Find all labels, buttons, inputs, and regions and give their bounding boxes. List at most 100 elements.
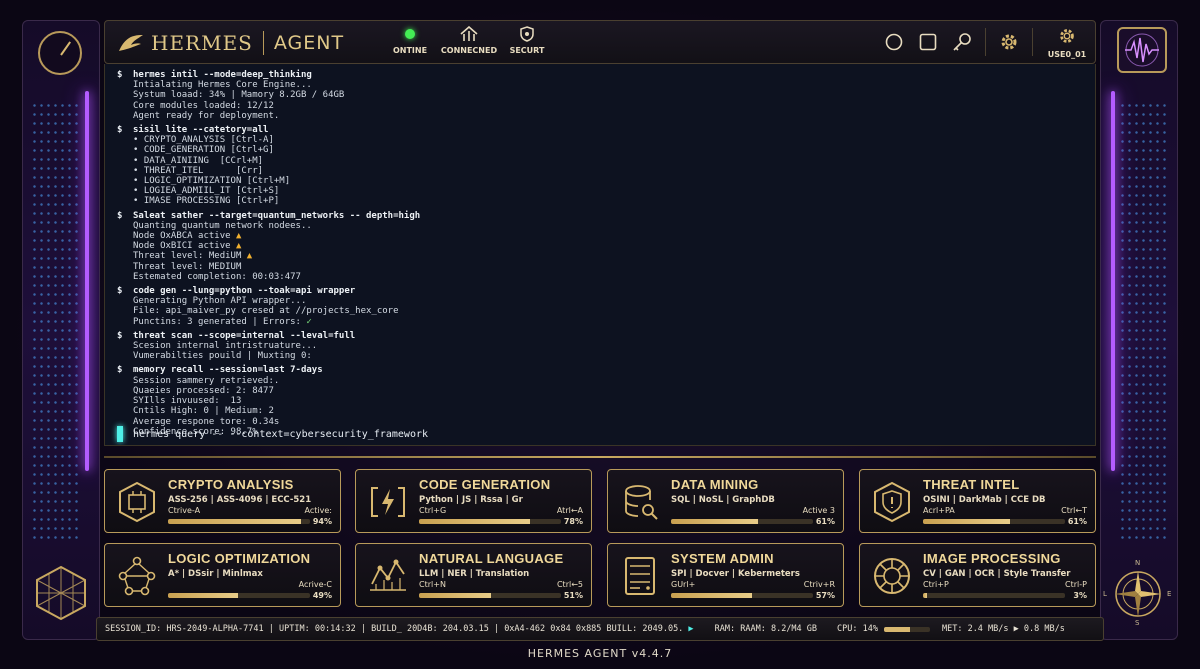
top-bar: HERMES AGENT ONTINE CONNECNED SECURT USE… <box>104 20 1096 64</box>
card-shortcut: Acrl+PA <box>923 506 955 515</box>
card-subtitle: CV | GAN | OCR | Style Transfer <box>923 569 1071 579</box>
cpu-meter <box>883 626 930 632</box>
footer-build: BUILD_ 20D4B: 204.03.15 <box>371 624 489 634</box>
terminal-block: $ threat scan --scope=internal --leval=fu… <box>117 331 1077 362</box>
app-frame: N S L E HERMES AGENT ONTINE CONNECNED SE… <box>0 0 1200 669</box>
module-card-logic-optimization[interactable]: LOGIC OPTIMIZATION A* | DSsir | Minlmax Ac… <box>104 543 341 607</box>
waveform-icon <box>1117 27 1167 73</box>
card-progress-bar <box>923 519 1065 524</box>
card-subtitle: Python | JS | Rssa | Gr <box>419 495 523 505</box>
status-secure: SECURT <box>492 25 562 55</box>
terminal-output-line: Cntils High: 0 | Medium: 2 <box>133 406 274 417</box>
online-dot-icon <box>405 29 415 39</box>
terminal-output-line: Systum loaad: 34% | Mamory 8.2GB / 64GB <box>133 90 345 101</box>
terminal-output-line: • CRYPTO_ANALYSIS [Ctrl-A] <box>133 135 274 146</box>
terminal-query-text[interactable]: hermes query -- --context=cybersecurity_… <box>133 429 428 440</box>
key-tool-button[interactable] <box>945 21 979 63</box>
module-card-code-generation[interactable]: CODE GENERATION Python | JS | Rssa | Gr Ct… <box>355 469 592 533</box>
module-card-natural-language[interactable]: NATURAL LANGUAGE LLM | NER | Translation C… <box>355 543 592 607</box>
terminal-output-line: Quanting quantum network nodees.. <box>133 220 312 231</box>
terminal-output-line: Session sammery retrieved:. <box>133 375 280 386</box>
card-progress-bar <box>419 519 561 524</box>
right-side-panel: N S L E <box>1100 20 1178 640</box>
square-tool-button[interactable] <box>911 21 945 63</box>
terminal-output-line: Punctins: 3 generated | Errors: ✓ <box>133 316 312 327</box>
user-gear-icon <box>1060 28 1074 43</box>
card-shortcut: Ctrl+G <box>419 506 447 515</box>
footer-uptime: UPTIM: 00:14:32 <box>279 624 356 634</box>
card-state: Ctrl←5 <box>556 580 583 589</box>
compass-north-label: N <box>1135 559 1141 567</box>
terminal-cursor <box>117 426 123 442</box>
card-percent: 3% <box>1073 591 1087 600</box>
prompt-symbol: $ <box>117 125 123 136</box>
prompt-symbol: $ <box>117 330 123 341</box>
status-footer: SESSION_ID: HRS-2049-ALPHA-7741 | UPTIM:… <box>96 617 1104 641</box>
card-progress-bar <box>923 593 1065 598</box>
compass-icon: N S L E <box>1103 559 1172 627</box>
code-bolt-icon <box>366 480 410 524</box>
card-state: Atrl←A <box>556 506 583 515</box>
terminal-output-line: SYIlls invuused: 13 <box>133 396 242 407</box>
right-glow-rail <box>1111 91 1115 471</box>
terminal-output-line: Vumerabilties pouild | Muxting 0: <box>133 351 312 362</box>
terminal-output-line: Quaeies processed: 2: 8477 <box>133 385 274 396</box>
terminal-output-line: Agent ready for deployment. <box>133 110 280 121</box>
command-text: sisil lite --catetory=all <box>133 125 269 136</box>
prompt-symbol: $ <box>117 70 123 80</box>
module-card-crypto-analysis[interactable]: CRYPTO ANALYSIS ASS-256 | ASS-4096 | ECC-… <box>104 469 341 533</box>
brand-name: HERMES <box>151 31 253 55</box>
terminal-output-line: • CODE_GENERATION [Ctrl+G] <box>133 145 274 156</box>
data-columns-decoration <box>1119 101 1169 541</box>
card-title: SYSTEM ADMIN <box>671 551 774 566</box>
card-percent: 61% <box>815 517 835 526</box>
command-text: code gen --lung=python --toak=api wrappe… <box>133 286 356 297</box>
compass-east-label: E <box>1167 590 1172 598</box>
module-card-data-mining[interactable]: DATA MINING SQL | NoSL | GraphDB Active 3 6… <box>607 469 844 533</box>
crypto-chip-icon <box>115 480 159 524</box>
terminal-panel[interactable]: $ hermes intil --mode=deep_thinking Intial… <box>104 64 1096 446</box>
connection-icon <box>460 26 478 41</box>
card-subtitle: SPI | Docver | Kebermeters <box>671 569 800 579</box>
card-shortcut: GUrl+ <box>671 580 696 589</box>
card-title: IMAGE PROCESSING <box>923 551 1061 566</box>
terminal-input-line[interactable]: hermes query -- --context=cybersecurity_… <box>117 426 428 442</box>
compass-west-label: L <box>1103 590 1107 598</box>
card-title: LOGIC OPTIMIZATION <box>168 551 311 566</box>
card-subtitle: LLM | NER | Translation <box>419 569 530 579</box>
square-icon <box>919 33 937 51</box>
language-graph-icon <box>366 554 410 598</box>
card-subtitle: OSINI | DarkMab | CCE DB <box>923 495 1046 505</box>
user-menu-button[interactable]: USE0_01 <box>1039 26 1095 59</box>
threat-shield-icon <box>870 480 914 524</box>
card-percent: 94% <box>312 517 332 526</box>
card-percent: 49% <box>312 591 332 600</box>
settings-button[interactable] <box>992 21 1026 63</box>
card-state: Active 3 <box>802 506 835 515</box>
toolbar: USE0_01 <box>877 21 1095 63</box>
terminal-output-line: Scesion internal intristruature... <box>133 341 318 352</box>
database-search-icon <box>618 480 662 524</box>
terminal-output-line: • LOGIC_OPTIMIZATION [Ctrl+M] <box>133 176 291 187</box>
terminal-block: $ hermes intil --mode=deep_thinking Intial… <box>117 70 1077 121</box>
terminal-output-line: Intialating Hermes Core Engine... <box>133 80 312 91</box>
image-aperture-icon <box>870 554 914 598</box>
footer-cpu: CPU: 14% <box>837 624 878 634</box>
card-shortcut: Ctri+P <box>923 580 949 589</box>
server-rack-icon <box>618 554 662 598</box>
module-card-image-processing[interactable]: IMAGE PROCESSING CV | GAN | OCR | Style T… <box>859 543 1096 607</box>
circle-tool-button[interactable] <box>877 21 911 63</box>
terminal-block: $ Saleat sather --target=quantum_networks… <box>117 211 1077 282</box>
terminal-output-line: • IMASE PROCESSING [Ctrl+P] <box>133 196 280 207</box>
card-state: Acrive-C <box>298 580 332 589</box>
status-secure-label: SECURT <box>509 46 545 55</box>
section-divider <box>104 456 1096 458</box>
footer-ram: RAM: RAAM: 8.2/M4 GB <box>714 624 818 634</box>
footer-net: MET: 2.4 MB/s <box>941 624 1009 634</box>
terminal-command: $ threat scan --scope=internal --leval=fu… <box>117 331 1077 341</box>
module-card-threat-intel[interactable]: THREAT INTEL OSINI | DarkMab | CCE DB Acrl… <box>859 469 1096 533</box>
module-card-system-admin[interactable]: SYSTEM ADMIN SPI | Docver | Kebermeters GU… <box>607 543 844 607</box>
card-title: THREAT INTEL <box>923 477 1020 492</box>
terminal-output-line: Generating Python API wrapper... <box>133 296 307 307</box>
card-percent: 78% <box>563 517 583 526</box>
